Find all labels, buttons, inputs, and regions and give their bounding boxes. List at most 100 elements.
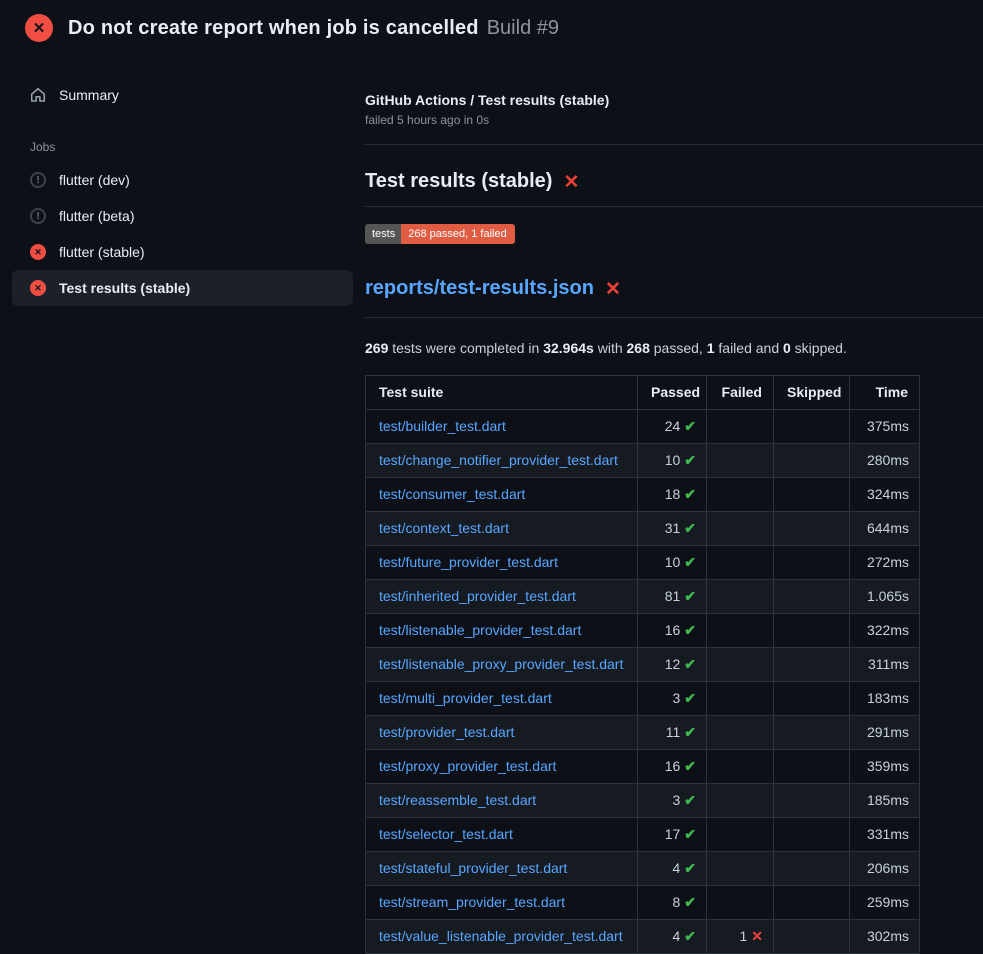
suite-cell: test/proxy_provider_test.dart (366, 749, 638, 783)
cancelled-status-icon: ! (30, 172, 46, 188)
check-icon: ✔ (684, 452, 696, 468)
passed-cell: 10✔ (638, 443, 707, 477)
test-suite-link[interactable]: test/inherited_provider_test.dart (379, 588, 576, 604)
failed-cell (707, 851, 774, 885)
section-heading: Test results (stable) ✕ (365, 170, 983, 193)
check-icon: ✔ (684, 928, 696, 944)
check-icon: ✔ (684, 520, 696, 536)
table-row: test/change_notifier_provider_test.dart 1… (366, 443, 920, 477)
suite-cell: test/future_provider_test.dart (366, 545, 638, 579)
table-row: test/consumer_test.dart 18✔ 324ms (366, 477, 920, 511)
sidebar-item-summary[interactable]: Summary (12, 77, 353, 113)
time-cell: 185ms (850, 783, 920, 817)
test-suite-link[interactable]: test/multi_provider_test.dart (379, 690, 552, 706)
test-suite-link[interactable]: test/selector_test.dart (379, 826, 513, 842)
skipped-cell (774, 715, 850, 749)
failed-cell (707, 647, 774, 681)
failed-x-icon: ✕ (605, 280, 621, 299)
failed-x-icon: ✕ (563, 173, 579, 192)
failed-cell (707, 885, 774, 919)
time-cell: 359ms (850, 749, 920, 783)
table-row: test/reassemble_test.dart3✔185ms (366, 783, 920, 817)
report-file-link[interactable]: reports/test-results.json (365, 277, 594, 300)
test-suite-link[interactable]: test/change_notifier_provider_test.dart (379, 452, 618, 468)
column-header: Passed (638, 375, 707, 409)
breadcrumb: GitHub Actions / Test results (stable) (365, 92, 983, 108)
check-icon: ✔ (684, 826, 696, 842)
check-icon: ✔ (684, 860, 696, 876)
passed-cell: 11✔ (638, 715, 707, 749)
failed-cell (707, 681, 774, 715)
failed-cell (707, 783, 774, 817)
test-suite-link[interactable]: test/value_listenable_provider_test.dart (379, 928, 623, 944)
time-cell: 331ms (850, 817, 920, 851)
passed-cell: 16✔ (638, 749, 707, 783)
failed-cell (707, 715, 774, 749)
failed-cell (707, 817, 774, 851)
passed-cell: 4✔ (638, 851, 707, 885)
suite-cell: test/context_test.dart (366, 511, 638, 545)
skipped-cell (774, 919, 850, 953)
failed-cell (707, 579, 774, 613)
time-cell: 183ms (850, 681, 920, 715)
check-icon: ✔ (684, 486, 696, 502)
failed-status-icon: ✕ (25, 14, 53, 42)
sidebar-item-label: flutter (dev) (59, 172, 130, 188)
test-suite-link[interactable]: test/future_provider_test.dart (379, 554, 558, 570)
sidebar-item-label: flutter (stable) (59, 244, 145, 260)
passed-cell: 24✔ (638, 409, 707, 443)
summary-segment: with (594, 340, 627, 356)
divider (365, 206, 983, 207)
badge-label: tests (365, 224, 401, 244)
home-icon (30, 87, 46, 103)
test-suite-link[interactable]: test/context_test.dart (379, 520, 509, 536)
passed-cell: 8✔ (638, 885, 707, 919)
test-suite-link[interactable]: test/stateful_provider_test.dart (379, 860, 567, 876)
passed-cell: 18✔ (638, 477, 707, 511)
check-icon: ✔ (684, 690, 696, 706)
sidebar-item-job[interactable]: ✕Test results (stable) (12, 270, 353, 306)
jobs-section-heading: Jobs (30, 140, 365, 154)
sidebar-item-label: flutter (beta) (59, 208, 134, 224)
summary-segment: 0 (783, 340, 791, 356)
test-suite-link[interactable]: test/reassemble_test.dart (379, 792, 536, 808)
failed-cell (707, 443, 774, 477)
sidebar-item-label: Summary (59, 87, 119, 103)
suite-cell: test/selector_test.dart (366, 817, 638, 851)
suite-cell: test/stream_provider_test.dart (366, 885, 638, 919)
skipped-cell (774, 409, 850, 443)
test-suite-link[interactable]: test/provider_test.dart (379, 724, 514, 740)
tests-status-badge: tests 268 passed, 1 failed (365, 224, 515, 244)
test-suite-link[interactable]: test/consumer_test.dart (379, 486, 525, 502)
table-row: test/multi_provider_test.dart3✔183ms (366, 681, 920, 715)
time-cell: 206ms (850, 851, 920, 885)
run-title: Do not create report when job is cancell… (68, 17, 479, 40)
check-icon: ✔ (684, 554, 696, 570)
passed-cell: 31✔ (638, 511, 707, 545)
test-suite-link[interactable]: test/listenable_provider_test.dart (379, 622, 581, 638)
suite-cell: test/listenable_proxy_provider_test.dart (366, 647, 638, 681)
failed-cell (707, 511, 774, 545)
time-cell: 1.065s (850, 579, 920, 613)
summary-segment: 32.964s (543, 340, 594, 356)
divider (365, 317, 983, 318)
test-suite-link[interactable]: test/stream_provider_test.dart (379, 894, 565, 910)
sidebar-item-job[interactable]: ✕flutter (stable) (12, 234, 353, 270)
check-icon: ✔ (684, 418, 696, 434)
divider (365, 144, 983, 145)
sidebar-item-job[interactable]: ! flutter (dev) (12, 162, 353, 198)
skipped-cell (774, 579, 850, 613)
test-suite-link[interactable]: test/builder_test.dart (379, 418, 506, 434)
run-status-line: failed 5 hours ago in 0s (365, 113, 983, 127)
table-row: test/future_provider_test.dart10✔272ms (366, 545, 920, 579)
table-header: Test suitePassedFailedSkippedTime (366, 375, 920, 409)
test-suite-link[interactable]: test/listenable_proxy_provider_test.dart (379, 656, 623, 672)
skipped-cell (774, 885, 850, 919)
time-cell: 272ms (850, 545, 920, 579)
test-suite-link[interactable]: test/proxy_provider_test.dart (379, 758, 556, 774)
sidebar-item-job[interactable]: !flutter (beta) (12, 198, 353, 234)
passed-cell: 4✔ (638, 919, 707, 953)
table-row: test/stream_provider_test.dart8✔259ms (366, 885, 920, 919)
suite-cell: test/builder_test.dart (366, 409, 638, 443)
time-cell: 324ms (850, 477, 920, 511)
